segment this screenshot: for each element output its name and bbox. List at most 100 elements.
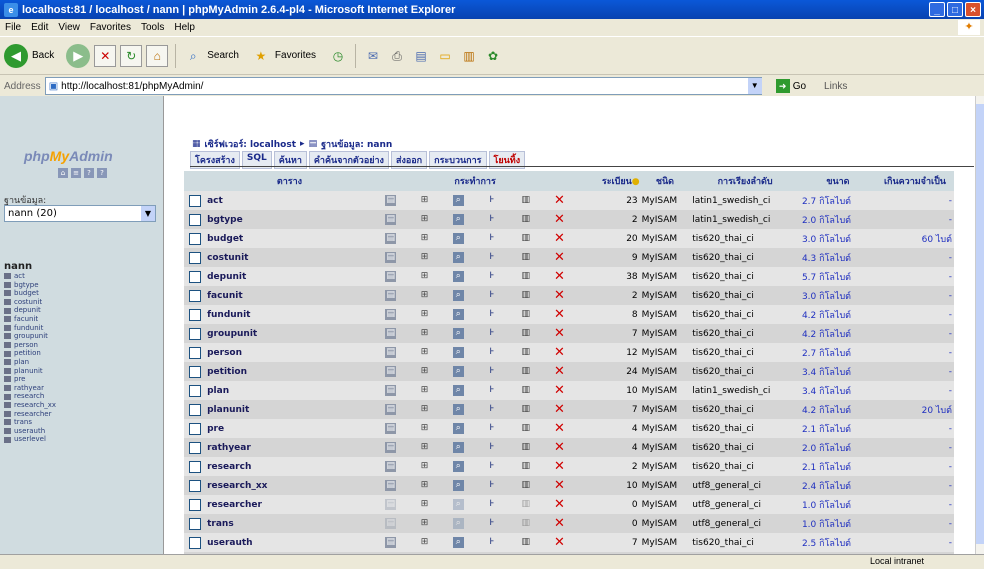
sidebar-table-label[interactable]: researcher [14, 410, 51, 419]
row-checkbox[interactable] [188, 194, 201, 207]
empty-icon[interactable]: ▥ [520, 366, 531, 377]
table-icon[interactable] [4, 436, 11, 443]
insert-icon[interactable]: ⊦ [486, 461, 497, 472]
drop-icon[interactable]: ✕ [554, 422, 565, 435]
insert-icon[interactable]: ⊦ [486, 214, 497, 225]
insert-icon[interactable]: ⊦ [486, 385, 497, 396]
insert-icon[interactable]: ⊦ [486, 537, 497, 548]
row-size[interactable]: 5.7 กิโลไบต์ [799, 267, 876, 286]
search-icon[interactable]: ⌕ [452, 195, 464, 206]
empty-icon[interactable]: ▥ [520, 442, 531, 453]
insert-icon[interactable]: ⊦ [486, 366, 497, 377]
sidebar-table-item[interactable]: act [4, 272, 56, 281]
table-icon[interactable] [4, 324, 11, 331]
drop-icon[interactable]: ✕ [554, 384, 565, 397]
row-checkbox[interactable] [188, 327, 201, 340]
row-size[interactable]: 4.2 กิโลไบต์ [799, 400, 876, 419]
sidebar-table-item[interactable]: costunit [4, 298, 56, 307]
sidebar-table-item[interactable]: bgtype [4, 281, 56, 290]
browse-icon[interactable]: ▤ [385, 271, 397, 282]
sidebar-table-label[interactable]: trans [14, 418, 32, 427]
row-size[interactable]: 2.1 กิโลไบต์ [799, 419, 876, 438]
history-icon[interactable]: ◷ [328, 46, 348, 66]
row-checkbox[interactable] [188, 441, 201, 454]
search-icon[interactable]: ⌕ [452, 404, 464, 415]
menu-favorites[interactable]: Favorites [85, 22, 136, 33]
row-size[interactable]: 2.0 กิโลไบต์ [799, 210, 876, 229]
drop-icon[interactable]: ✕ [554, 498, 565, 511]
row-table-name[interactable]: fundunit [205, 305, 374, 324]
insert-icon[interactable]: ⊦ [486, 347, 497, 358]
structure-icon[interactable]: ⊞ [419, 214, 430, 225]
table-icon[interactable] [4, 316, 11, 323]
empty-icon[interactable]: ▥ [520, 309, 531, 320]
row-checkbox[interactable] [188, 422, 201, 435]
drop-icon[interactable]: ✕ [554, 232, 565, 245]
insert-icon[interactable]: ⊦ [486, 480, 497, 491]
empty-icon[interactable]: ▥ [520, 537, 531, 548]
insert-icon[interactable]: ⊦ [486, 442, 497, 453]
insert-icon[interactable]: ⊦ [486, 518, 497, 529]
sidebar-table-item[interactable]: fundunit [4, 324, 56, 333]
row-checkbox[interactable] [188, 460, 201, 473]
structure-icon[interactable]: ⊞ [419, 271, 430, 282]
insert-icon[interactable]: ⊦ [486, 252, 497, 263]
sidebar-table-item[interactable]: trans [4, 418, 56, 427]
row-table-name[interactable]: groupunit [205, 324, 374, 343]
database-select[interactable]: nann (20) ▼ [4, 205, 156, 222]
sidebar-table-item[interactable]: plan [4, 358, 56, 367]
table-icon[interactable] [4, 410, 11, 417]
table-icon[interactable] [4, 342, 11, 349]
insert-icon[interactable]: ⊦ [486, 499, 497, 510]
browse-icon[interactable]: ▤ [385, 214, 397, 225]
browse-icon[interactable]: ▤ [385, 461, 397, 472]
row-checkbox[interactable] [188, 403, 201, 416]
sidebar-table-label[interactable]: pre [14, 375, 25, 384]
menu-view[interactable]: View [53, 22, 85, 33]
table-icon[interactable] [4, 419, 11, 426]
phpmyadmin-logo[interactable]: phpMyAdmin [24, 148, 113, 164]
empty-icon[interactable]: ▥ [520, 385, 531, 396]
docs-icon[interactable]: ? [84, 168, 94, 178]
row-size[interactable]: 4.2 กิโลไบต์ [799, 324, 876, 343]
row-size[interactable]: 2.4 กิโลไบต์ [799, 476, 876, 495]
drop-icon[interactable]: ✕ [554, 536, 565, 549]
sidebar-table-label[interactable]: act [14, 272, 25, 281]
row-size[interactable]: 4.2 กิโลไบต์ [799, 305, 876, 324]
empty-icon[interactable]: ▥ [520, 480, 531, 491]
browse-icon[interactable]: ▤ [385, 252, 397, 263]
insert-icon[interactable]: ⊦ [486, 404, 497, 415]
breadcrumb-database[interactable]: ฐานข้อมูล: nann [321, 137, 392, 151]
search-icon[interactable]: ⌕ [452, 309, 464, 320]
row-checkbox[interactable] [188, 479, 201, 492]
search-icon[interactable]: ⌕ [452, 271, 464, 282]
drop-icon[interactable]: ✕ [554, 517, 565, 530]
structure-icon[interactable]: ⊞ [419, 195, 430, 206]
insert-icon[interactable]: ⊦ [486, 195, 497, 206]
browse-icon[interactable]: ▤ [385, 347, 397, 358]
search-icon[interactable]: ⌕ [452, 347, 464, 358]
sidebar-table-item[interactable]: depunit [4, 306, 56, 315]
row-table-name[interactable]: bgtype [205, 210, 374, 229]
close-button[interactable]: × [965, 2, 981, 17]
browse-icon[interactable]: ▤ [385, 366, 397, 377]
sidebar-table-label[interactable]: bgtype [14, 281, 39, 290]
structure-icon[interactable]: ⊞ [419, 328, 430, 339]
structure-icon[interactable]: ⊞ [419, 252, 430, 263]
row-checkbox[interactable] [188, 308, 201, 321]
row-checkbox[interactable] [188, 517, 201, 530]
drop-icon[interactable]: ✕ [554, 213, 565, 226]
sidebar-table-label[interactable]: rathyear [14, 384, 44, 393]
row-table-name[interactable]: pre [205, 419, 374, 438]
table-icon[interactable] [4, 307, 11, 314]
browse-icon[interactable]: ▤ [385, 195, 397, 206]
sidebar-table-item[interactable]: groupunit [4, 332, 56, 341]
row-size[interactable]: 3.4 กิโลไบต์ [799, 381, 876, 400]
insert-icon[interactable]: ⊦ [486, 328, 497, 339]
empty-icon[interactable]: ▥ [520, 195, 531, 206]
drop-icon[interactable]: ✕ [554, 403, 565, 416]
structure-icon[interactable]: ⊞ [419, 309, 430, 320]
print-icon[interactable]: ⎙ [387, 46, 407, 66]
search-icon[interactable]: ⌕ [452, 214, 464, 225]
search-icon[interactable]: ⌕ [452, 499, 464, 510]
